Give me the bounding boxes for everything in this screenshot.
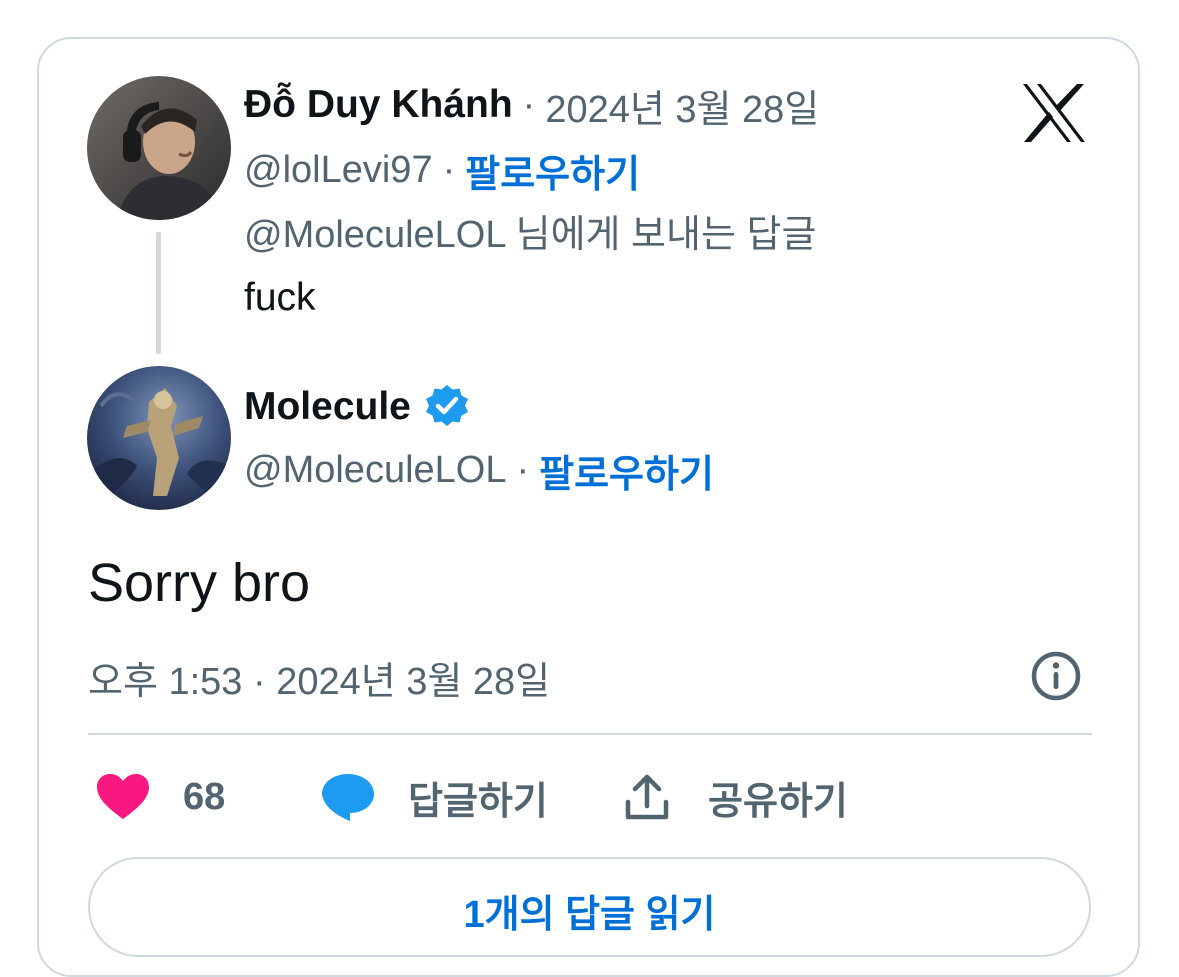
replying-to-text[interactable]: @MoleculeLOL 님에게 보내는 답글	[244, 203, 816, 258]
separator-dot: ·	[522, 83, 536, 126]
main-header-line-2: @MoleculeLOL · 팔로우하기	[244, 443, 714, 498]
speech-bubble-icon	[320, 771, 376, 823]
parent-tweet-text: fuck	[244, 276, 316, 319]
parent-author-handle[interactable]: @lolLevi97	[244, 149, 433, 192]
reply-button[interactable]: 답글하기	[320, 770, 548, 824]
separator-dot: ·	[442, 148, 456, 191]
share-upload-icon	[624, 772, 670, 822]
info-icon[interactable]	[1030, 650, 1082, 702]
main-author-name[interactable]: Molecule	[244, 385, 411, 429]
share-label: 공유하기	[708, 780, 848, 823]
like-count: 68	[183, 775, 226, 818]
replying-to-line: @MoleculeLOL 님에게 보내는 답글	[244, 206, 816, 256]
follow-button-main[interactable]: 팔로우하기	[539, 443, 714, 498]
parent-header-line-2: @lolLevi97 · 팔로우하기	[244, 146, 640, 196]
follow-button-parent[interactable]: 팔로우하기	[465, 143, 640, 198]
avatar-parent-author[interactable]	[87, 76, 231, 220]
parent-tweet-date[interactable]: 2024년 3월 28일	[545, 78, 819, 133]
parent-author-name[interactable]: Đỗ Duy Khánh	[244, 83, 513, 127]
thread-connector-line	[156, 232, 161, 354]
parent-header-line-1: Đỗ Duy Khánh · 2024년 3월 28일	[244, 81, 819, 131]
read-replies-button[interactable]: 1개의 답글 읽기	[88, 857, 1091, 957]
x-logo-icon[interactable]	[1021, 83, 1087, 143]
avatar-main-author[interactable]	[87, 366, 231, 510]
like-button[interactable]: 68	[95, 770, 225, 824]
main-tweet-text: Sorry bro	[88, 553, 311, 613]
separator-dot: ·	[516, 448, 530, 491]
divider	[88, 733, 1092, 735]
main-author-handle[interactable]: @MoleculeLOL	[244, 449, 506, 492]
read-replies-label: 1개의 답글 읽기	[463, 894, 716, 936]
heart-icon	[95, 772, 151, 822]
reply-label: 답글하기	[408, 780, 548, 823]
verified-badge-icon	[423, 383, 471, 431]
main-header-line-1: Molecule	[244, 382, 471, 432]
share-button[interactable]: 공유하기	[624, 770, 848, 824]
main-tweet-timestamp[interactable]: 오후 1:53 · 2024년 3월 28일	[88, 650, 550, 705]
